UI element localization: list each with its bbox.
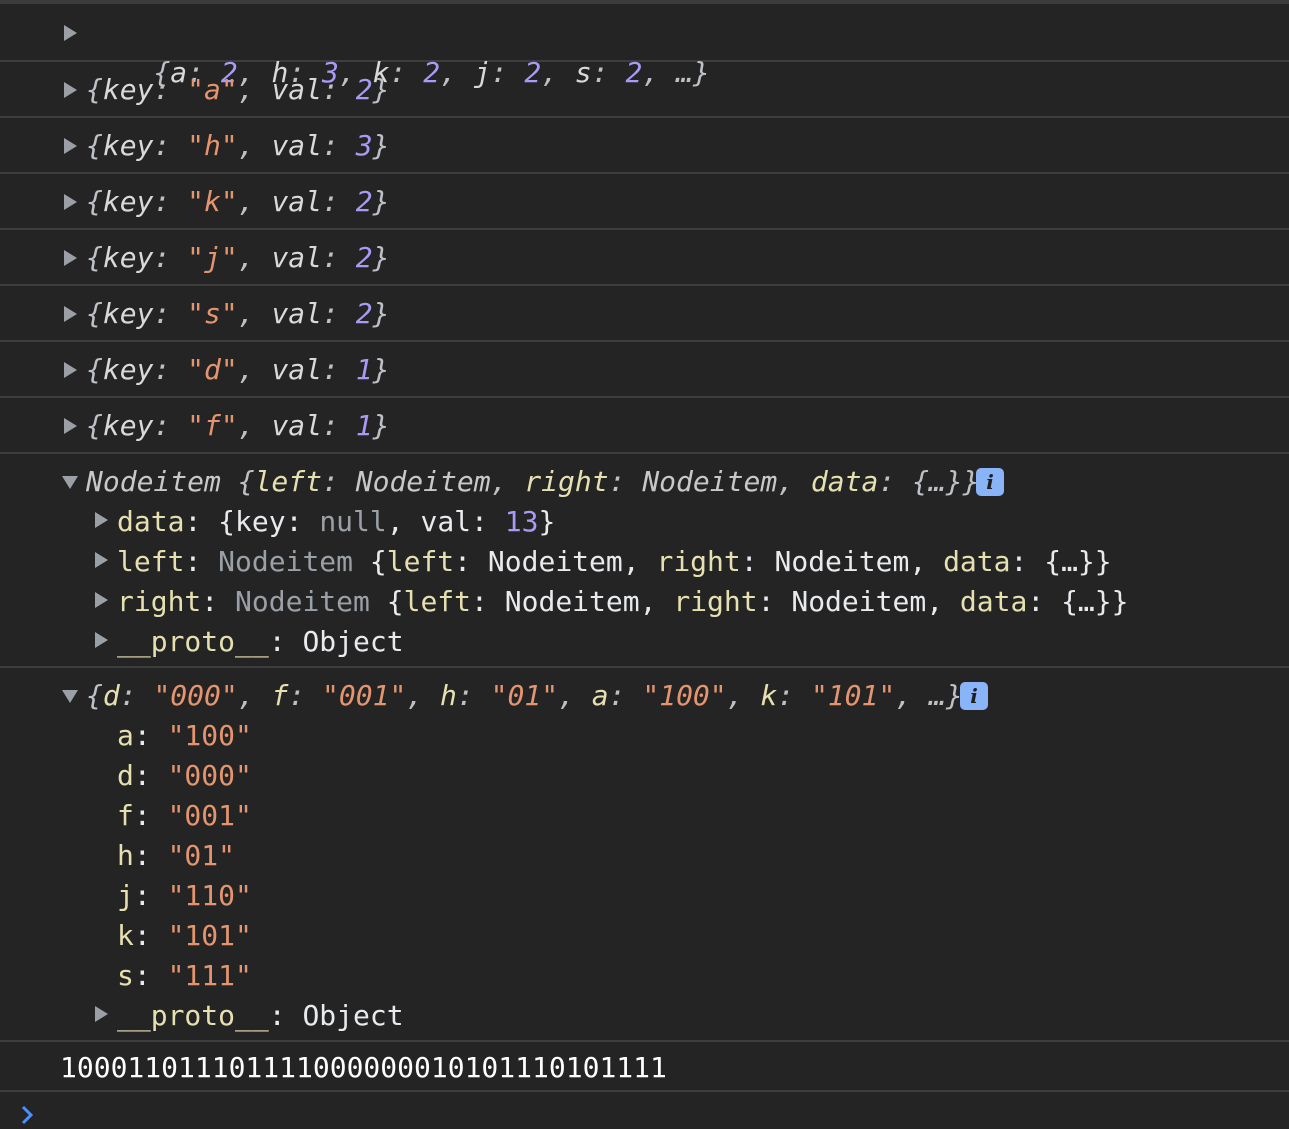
- expand-triangle-icon[interactable]: [95, 512, 108, 528]
- code-entry[interactable]: f: "001": [117, 796, 252, 836]
- console-row-output[interactable]: 100011011101111000000010101110101111: [0, 1042, 1289, 1092]
- property-data[interactable]: data: {key: null, val: 13}: [117, 502, 555, 542]
- nodeitem-summary[interactable]: Nodeitem {left: Nodeitem, right: Nodeite…: [86, 462, 980, 502]
- console-row-keyval[interactable]: {key: "f", val: 1}: [0, 398, 1289, 454]
- property-proto[interactable]: __proto__: Object: [117, 622, 404, 662]
- code-entry[interactable]: j: "110": [117, 876, 252, 916]
- keyval-object[interactable]: {key: "a", val: 2}: [86, 70, 389, 110]
- code-entry[interactable]: h: "01": [117, 836, 235, 876]
- console-row-keyval[interactable]: {key: "h", val: 3}: [0, 118, 1289, 174]
- console-row-keyval[interactable]: {key: "d", val: 1}: [0, 342, 1289, 398]
- expand-triangle-icon[interactable]: [95, 632, 108, 648]
- expand-triangle-icon[interactable]: [95, 1006, 108, 1022]
- console-row-keyval[interactable]: {key: "k", val: 2}: [0, 174, 1289, 230]
- expand-triangle-icon[interactable]: [95, 592, 108, 608]
- console-row-counts[interactable]: {a: 2, h: 3, k: 2, j: 2, s: 2, …}: [0, 4, 1289, 89]
- console-row-keyval[interactable]: {key: "a", val: 2}: [0, 62, 1289, 118]
- info-icon[interactable]: i: [976, 468, 1004, 496]
- info-icon[interactable]: i: [960, 682, 988, 710]
- collapse-triangle-icon[interactable]: [62, 690, 78, 703]
- keyval-object[interactable]: {key: "k", val: 2}: [86, 182, 389, 222]
- expand-triangle-icon[interactable]: [64, 25, 77, 41]
- expand-triangle-icon[interactable]: [64, 138, 77, 154]
- object-summary[interactable]: {a: 2, h: 3, k: 2, j: 2, s: 2, …}: [86, 13, 709, 89]
- expand-triangle-icon[interactable]: [95, 552, 108, 568]
- code-entry[interactable]: k: "101": [117, 916, 252, 956]
- keyval-object[interactable]: {key: "f", val: 1}: [86, 406, 389, 446]
- output-text[interactable]: 100011011101111000000010101110101111: [60, 1048, 667, 1088]
- code-entry[interactable]: s: "111": [117, 956, 252, 996]
- code-entry[interactable]: d: "000": [117, 756, 252, 796]
- codes-summary[interactable]: {d: "000", f: "001", h: "01", a: "100", …: [86, 676, 963, 716]
- property-proto[interactable]: __proto__: Object: [117, 996, 404, 1036]
- expand-triangle-icon[interactable]: [64, 82, 77, 98]
- keyval-object[interactable]: {key: "s", val: 2}: [86, 294, 389, 334]
- expand-triangle-icon[interactable]: [64, 418, 77, 434]
- property-right[interactable]: right: Nodeitem {left: Nodeitem, right: …: [117, 582, 1129, 622]
- collapse-triangle-icon[interactable]: [62, 476, 78, 489]
- keyval-object[interactable]: {key: "h", val: 3}: [86, 126, 389, 166]
- console-row-keyval[interactable]: {key: "s", val: 2}: [0, 286, 1289, 342]
- expand-triangle-icon[interactable]: [64, 306, 77, 322]
- expand-triangle-icon[interactable]: [64, 362, 77, 378]
- prompt-chevron-icon[interactable]: [20, 1104, 34, 1126]
- expand-triangle-icon[interactable]: [64, 250, 77, 266]
- console-row-tree[interactable]: Nodeitem {left: Nodeitem, right: Nodeite…: [0, 454, 1289, 668]
- code-entry[interactable]: a: "100": [117, 716, 252, 756]
- console-row-keyval[interactable]: {key: "j", val: 2}: [0, 230, 1289, 286]
- keyval-object[interactable]: {key: "j", val: 2}: [86, 238, 389, 278]
- property-left[interactable]: left: Nodeitem {left: Nodeitem, right: N…: [117, 542, 1112, 582]
- keyval-object[interactable]: {key: "d", val: 1}: [86, 350, 389, 390]
- console-row-codes[interactable]: {d: "000", f: "001", h: "01", a: "100", …: [0, 668, 1289, 1042]
- expand-triangle-icon[interactable]: [64, 194, 77, 210]
